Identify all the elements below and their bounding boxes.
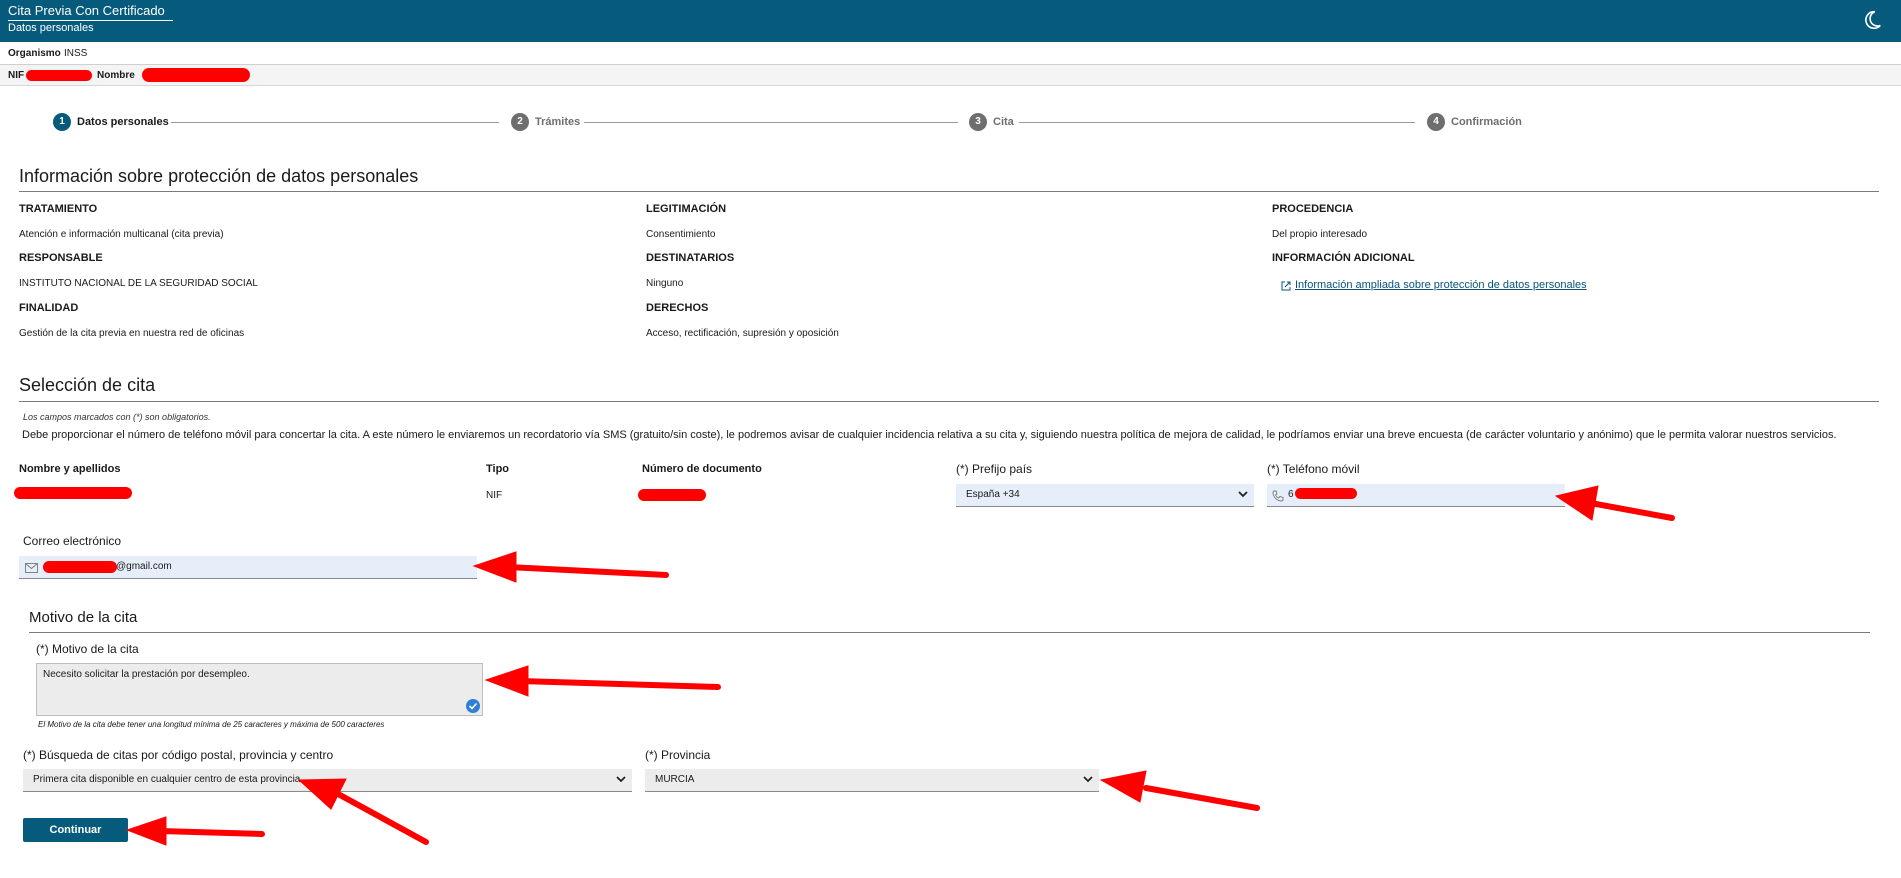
- step-connector: [584, 122, 958, 123]
- step-4-label: Confirmación: [1451, 116, 1522, 128]
- top-header: Cita Previa Con Certificado Datos person…: [0, 0, 1901, 42]
- redacted-nombre-apellidos: [14, 487, 132, 499]
- envelope-icon: [25, 563, 38, 573]
- organismo-value: INSS: [64, 48, 88, 59]
- arrow-telefono: [1582, 499, 1675, 521]
- provincia-label: (*) Provincia: [645, 748, 711, 762]
- arrow-continuar-head: [125, 816, 167, 846]
- arrow-continuar: [157, 828, 265, 837]
- busqueda-value: Primera cita disponible en cualquier cen…: [33, 774, 301, 785]
- arrow-motivo-head: [484, 665, 529, 697]
- documento-label: Número de documento: [642, 463, 762, 475]
- valid-check-icon: [466, 699, 480, 713]
- motivo-textarea[interactable]: Necesito solicitar la prestación por des…: [36, 663, 483, 716]
- telefono-input[interactable]: 6: [1267, 484, 1565, 507]
- responsable-label: RESPONSABLE: [19, 252, 103, 264]
- app-subtitle: Datos personales: [8, 22, 94, 34]
- info-ampliada-link[interactable]: Información ampliada sobre protección de…: [1295, 279, 1587, 291]
- redacted-telefono: [1295, 488, 1357, 499]
- continuar-button[interactable]: Continuar: [23, 818, 128, 842]
- prefijo-value: España +34: [966, 489, 1020, 500]
- responsable-value: INSTITUTO NACIONAL DE LA SEGURIDAD SOCIA…: [19, 278, 258, 289]
- motivo-hint: El Motivo de la cita debe tener una long…: [38, 720, 385, 729]
- step-2-number: 2: [511, 113, 529, 131]
- busqueda-label: (*) Búsqueda de citas por código postal,…: [23, 748, 334, 762]
- moon-icon[interactable]: [1861, 9, 1883, 31]
- telefono-value: 6: [1288, 489, 1294, 500]
- provincia-value: MURCIA: [655, 774, 695, 785]
- organismo-bar: Organismo INSS: [0, 42, 1901, 65]
- email-value: @gmail.com: [116, 561, 172, 572]
- external-link-icon: [1281, 281, 1291, 291]
- derechos-value: Acceso, rectificación, supresión y oposi…: [646, 328, 839, 339]
- proteccion-title: Información sobre protección de datos pe…: [19, 166, 419, 186]
- redacted-documento: [638, 489, 706, 501]
- redacted-nombre: [142, 68, 250, 82]
- tratamiento-value: Atención e información multicanal (cita …: [19, 229, 224, 240]
- busqueda-select[interactable]: Primera cita disponible en cualquier cen…: [23, 769, 632, 792]
- seleccion-title: Selección de cita: [19, 375, 156, 395]
- step-connector: [1019, 122, 1415, 123]
- nombre-apellidos-label: Nombre y apellidos: [19, 463, 121, 475]
- redacted-nif: [26, 70, 92, 81]
- finalidad-label: FINALIDAD: [19, 302, 79, 314]
- email-label: Correo electrónico: [23, 534, 122, 548]
- title-underline: [8, 20, 173, 21]
- sms-note: Debe proporcionar el número de teléfono …: [22, 429, 1837, 441]
- motivo-label: (*) Motivo de la cita: [36, 642, 139, 656]
- arrow-provincia: [1143, 785, 1260, 811]
- organismo-label: Organismo: [8, 48, 61, 59]
- section-divider: [29, 632, 1870, 633]
- phone-icon: [1272, 490, 1284, 502]
- legitimacion-label: LEGITIMACIÓN: [646, 203, 727, 215]
- app-title: Cita Previa Con Certificado: [8, 3, 165, 18]
- finalidad-value: Gestión de la cita previa en nuestra red…: [19, 328, 245, 339]
- step-2-label: Trámites: [535, 116, 581, 128]
- arrow-provincia-head: [1099, 770, 1147, 803]
- nif-label: NIF: [8, 70, 25, 81]
- destinatarios-label: DESTINATARIOS: [646, 252, 735, 264]
- step-connector: [171, 122, 499, 123]
- tratamiento-label: TRATAMIENTO: [19, 203, 98, 215]
- chevron-down-icon: [1238, 491, 1248, 498]
- step-3-label: Cita: [993, 116, 1014, 128]
- motivo-value: Necesito solicitar la prestación por des…: [43, 669, 250, 680]
- required-note: Los campos marcados con (*) son obligato…: [23, 412, 211, 422]
- info-adicional-label: INFORMACIÓN ADICIONAL: [1272, 252, 1415, 264]
- tipo-value: NIF: [486, 490, 503, 501]
- chevron-down-icon: [616, 776, 626, 783]
- arrow-busqueda: [337, 792, 429, 845]
- step-4-number: 4: [1427, 113, 1445, 131]
- user-bar: NIF Nombre: [0, 65, 1901, 86]
- step-1-number: 1: [53, 113, 71, 131]
- tipo-label: Tipo: [486, 463, 510, 475]
- destinatarios-value: Ninguno: [646, 278, 684, 289]
- redacted-email-user: [43, 561, 117, 573]
- section-divider: [19, 191, 1879, 192]
- provincia-select[interactable]: MURCIA: [645, 769, 1099, 792]
- chevron-down-icon: [1083, 776, 1093, 783]
- step-3-number: 3: [969, 113, 987, 131]
- section-divider: [19, 401, 1879, 402]
- motivo-section-title: Motivo de la cita: [29, 609, 138, 626]
- nombre-label: Nombre: [97, 70, 135, 81]
- email-input[interactable]: @gmail.com: [19, 556, 477, 579]
- arrow-email-head: [472, 551, 517, 583]
- procedencia-value: Del propio interesado: [1272, 229, 1368, 240]
- arrow-email: [505, 564, 669, 578]
- step-1-label: Datos personales: [77, 116, 169, 128]
- telefono-label: (*) Teléfono móvil: [1267, 462, 1360, 476]
- arrow-motivo: [517, 678, 721, 690]
- derechos-label: DERECHOS: [646, 302, 709, 314]
- prefijo-label: (*) Prefijo país: [956, 462, 1033, 476]
- legitimacion-value: Consentimiento: [646, 229, 716, 240]
- procedencia-label: PROCEDENCIA: [1272, 203, 1354, 215]
- prefijo-select[interactable]: España +34: [956, 484, 1254, 507]
